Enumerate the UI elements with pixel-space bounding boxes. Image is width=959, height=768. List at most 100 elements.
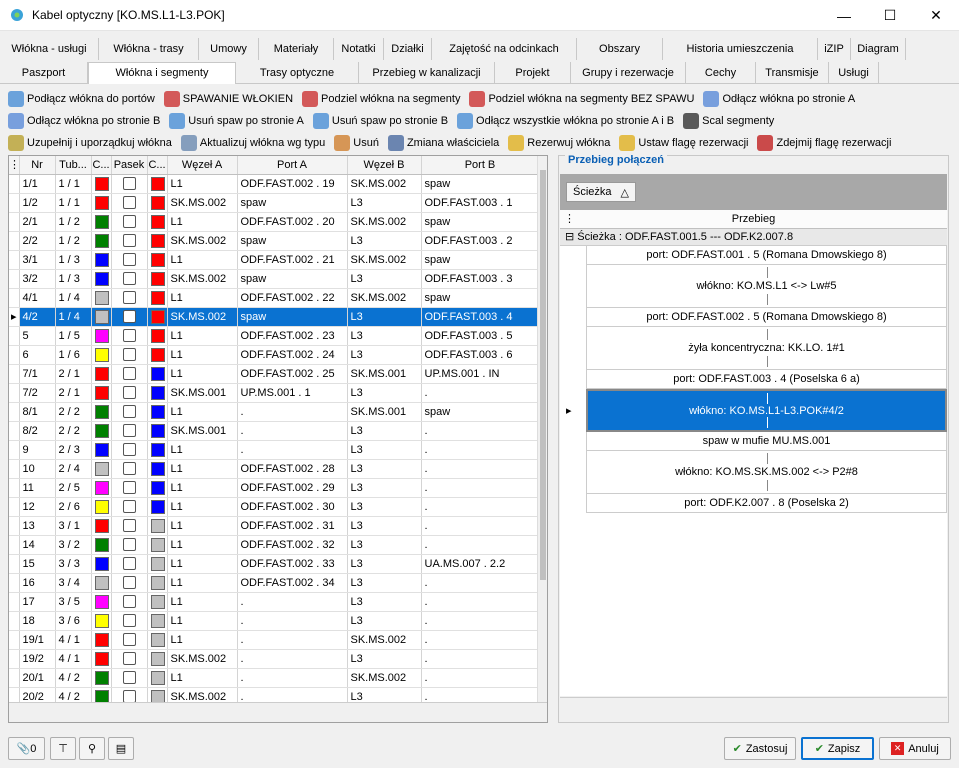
cell-port-a[interactable]: . — [237, 611, 348, 631]
cell-tub[interactable]: 2 / 1 — [55, 383, 92, 403]
cell-color2[interactable] — [147, 402, 168, 422]
cell-color1[interactable] — [91, 497, 112, 517]
table-row[interactable]: 10 2 / 4 L1 ODF.FAST.002 . 28 L3. — [9, 459, 540, 479]
cell-color1[interactable] — [91, 345, 112, 365]
cell-color2[interactable] — [147, 478, 168, 498]
path-column-header[interactable]: ⋮ Przebieg — [560, 210, 947, 229]
cell-pasek[interactable] — [111, 345, 148, 365]
cell-pasek[interactable] — [111, 212, 148, 232]
scroll-thumb[interactable] — [540, 170, 546, 580]
cell-wezel-a[interactable]: L1 — [167, 364, 238, 384]
cell-nr[interactable]: 7/2 — [19, 383, 56, 403]
cell-port-b[interactable]: . — [421, 478, 540, 498]
toolbar-row1-btn-0[interactable]: Podłącz włókna do portów — [8, 90, 155, 107]
cell-wezel-a[interactable]: L1 — [167, 212, 238, 232]
cell-nr[interactable]: 5 — [19, 326, 56, 346]
row-indicator[interactable] — [9, 345, 20, 365]
cell-port-a[interactable]: ODF.FAST.002 . 22 — [237, 288, 348, 308]
column-options-icon[interactable]: ⋮ — [564, 210, 575, 229]
table-row[interactable]: 20/1 4 / 2 L1. SK.MS.002. — [9, 668, 540, 688]
cell-color2[interactable] — [147, 573, 168, 593]
stripe-checkbox[interactable] — [122, 652, 136, 665]
cell-port-b[interactable]: ODF.FAST.003 . 3 — [421, 269, 540, 289]
cell-wezel-a[interactable]: L1 — [167, 459, 238, 479]
cell-port-a[interactable]: ODF.FAST.002 . 30 — [237, 497, 348, 517]
stripe-checkbox[interactable] — [122, 348, 136, 361]
cell-wezel-b[interactable]: L3 — [347, 573, 422, 593]
cell-color2[interactable] — [147, 345, 168, 365]
cell-wezel-b[interactable]: L3 — [347, 516, 422, 536]
row-indicator[interactable] — [9, 535, 20, 555]
stripe-checkbox[interactable] — [122, 329, 136, 342]
cell-tub[interactable]: 3 / 1 — [55, 516, 92, 536]
tab-row2-8[interactable]: Usługi — [829, 61, 879, 84]
toolbar-row3-btn-0[interactable]: Uzupełnij i uporządkuj włókna — [8, 134, 172, 151]
row-indicator[interactable] — [9, 573, 20, 593]
cell-port-b[interactable]: . — [421, 611, 540, 631]
cell-port-a[interactable]: . — [237, 440, 348, 460]
cell-color2[interactable] — [147, 307, 168, 327]
cell-color1[interactable] — [91, 307, 112, 327]
hierarchy-button[interactable]: ⊤ — [50, 737, 76, 760]
cell-nr[interactable]: 4/1 — [19, 288, 56, 308]
cell-wezel-b[interactable]: L3 — [347, 421, 422, 441]
cell-nr[interactable]: 2/2 — [19, 231, 56, 251]
toolbar-row1-btn-2[interactable]: Podziel włókna na segmenty — [302, 90, 460, 107]
binoculars-button[interactable]: ⚲ — [79, 737, 105, 760]
table-row[interactable]: 13 3 / 1 L1 ODF.FAST.002 . 31 L3. — [9, 516, 540, 536]
tab-row2-1[interactable]: Włókna i segmenty — [88, 61, 236, 84]
cell-tub[interactable]: 1 / 4 — [55, 288, 92, 308]
cell-pasek[interactable] — [111, 250, 148, 270]
cell-nr[interactable]: 12 — [19, 497, 56, 517]
cell-color2[interactable] — [147, 383, 168, 403]
stripe-checkbox[interactable] — [122, 272, 136, 285]
stripe-checkbox[interactable] — [122, 234, 136, 247]
stripe-checkbox[interactable] — [122, 424, 136, 437]
row-indicator[interactable] — [9, 478, 20, 498]
cell-port-a[interactable]: ODF.FAST.002 . 28 — [237, 459, 348, 479]
table-row[interactable]: 12 2 / 6 L1 ODF.FAST.002 . 30 L3. — [9, 497, 540, 517]
table-row[interactable]: 16 3 / 4 L1 ODF.FAST.002 . 34 L3. — [9, 573, 540, 593]
cell-color1[interactable] — [91, 573, 112, 593]
cell-pasek[interactable] — [111, 174, 148, 194]
col-port-a[interactable]: Port A — [237, 156, 348, 175]
cell-port-b[interactable]: spaw — [421, 174, 540, 194]
row-indicator[interactable] — [9, 592, 20, 612]
stripe-checkbox[interactable] — [122, 177, 136, 190]
cell-wezel-a[interactable]: L1 — [167, 573, 238, 593]
toolbar-row3-btn-1[interactable]: Aktualizuj włókna wg typu — [180, 134, 325, 151]
cell-port-a[interactable]: ODF.FAST.002 . 33 — [237, 554, 348, 574]
cell-pasek[interactable] — [111, 269, 148, 289]
table-row[interactable]: 1/1 1 / 1 L1 ODF.FAST.002 . 19 SK.MS.002 spaw — [9, 174, 540, 194]
path-row[interactable]: włókno: KO.MS.L1-L3.POK#4/2 ▸ — [566, 389, 947, 432]
cell-tub[interactable]: 1 / 4 — [55, 307, 92, 327]
row-indicator[interactable] — [9, 326, 20, 346]
tab-row2-5[interactable]: Grupy i rezerwacje — [571, 61, 686, 84]
grid-vertical-scrollbar[interactable] — [537, 156, 547, 722]
row-indicator[interactable] — [9, 440, 20, 460]
stripe-checkbox[interactable] — [122, 196, 136, 209]
cell-port-a[interactable]: spaw — [237, 307, 348, 327]
cell-wezel-a[interactable]: L1 — [167, 478, 238, 498]
cell-nr[interactable]: 3/2 — [19, 269, 56, 289]
cell-color2[interactable] — [147, 193, 168, 213]
cell-port-a[interactable]: . — [237, 402, 348, 422]
cell-color1[interactable] — [91, 630, 112, 650]
cell-pasek[interactable] — [111, 326, 148, 346]
cell-port-b[interactable]: ODF.FAST.003 . 2 — [421, 231, 540, 251]
cell-wezel-a[interactable]: L1 — [167, 611, 238, 631]
cell-pasek[interactable] — [111, 630, 148, 650]
cell-wezel-b[interactable]: SK.MS.002 — [347, 668, 422, 688]
cell-port-a[interactable]: ODF.FAST.002 . 24 — [237, 345, 348, 365]
cell-color2[interactable] — [147, 630, 168, 650]
table-row[interactable]: 3/1 1 / 3 L1 ODF.FAST.002 . 21 SK.MS.002 spaw — [9, 250, 540, 270]
cell-color1[interactable] — [91, 668, 112, 688]
cell-tub[interactable]: 1 / 2 — [55, 212, 92, 232]
cell-color2[interactable] — [147, 231, 168, 251]
cell-color1[interactable] — [91, 478, 112, 498]
stripe-checkbox[interactable] — [122, 215, 136, 228]
table-row[interactable]: 2/1 1 / 2 L1 ODF.FAST.002 . 20 SK.MS.002 spaw — [9, 212, 540, 232]
cell-port-a[interactable]: UP.MS.001 . 1 — [237, 383, 348, 403]
cell-wezel-b[interactable]: SK.MS.001 — [347, 364, 422, 384]
cell-wezel-b[interactable]: L3 — [347, 592, 422, 612]
